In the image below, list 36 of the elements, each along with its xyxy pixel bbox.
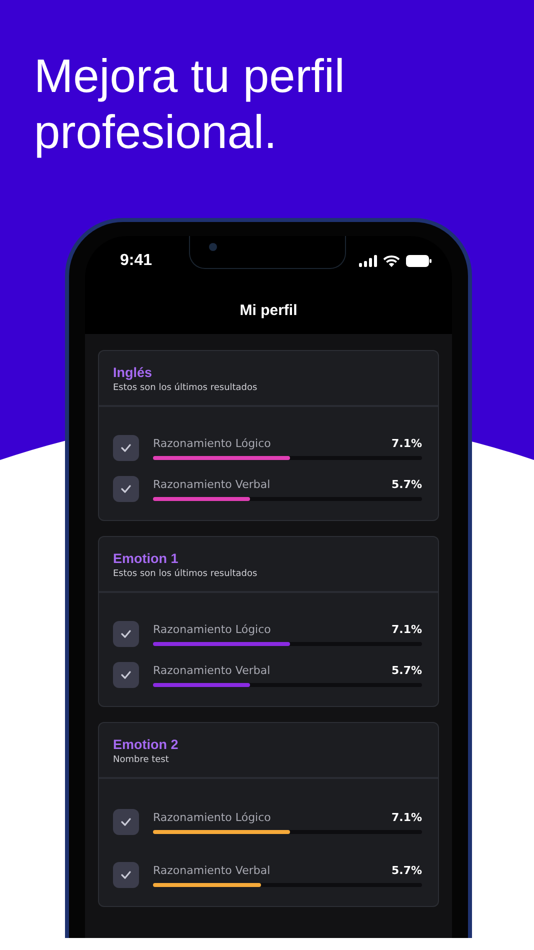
checkbox[interactable] [113,809,139,835]
screen-title: Mi perfil [240,302,298,318]
card-subtitle: Estos son los últimos resultados [113,383,258,393]
battery-icon [406,255,432,267]
test-name: Razonamiento Verbal [153,478,270,490]
score-value: 5.7% [391,864,422,876]
score-value: 5.7% [391,664,422,676]
score-value: 7.1% [391,622,422,636]
checkbox[interactable] [113,862,139,888]
checkbox[interactable] [113,621,139,647]
check-icon [121,630,131,638]
check-icon [121,871,131,879]
check-icon [121,444,131,452]
test-name: Razonamiento Lógico [153,436,271,450]
test-name: Razonamiento Lógico [153,810,271,824]
card-title: Inglés [113,365,154,380]
score-value: 7.1% [391,810,422,824]
check-icon [121,818,131,826]
wifi-icon [383,255,400,267]
score-value: 5.7% [391,478,422,490]
test-name: Razonamiento Verbal [153,864,270,876]
score-value: 7.1% [391,436,422,450]
check-icon [121,671,131,679]
check-icon [121,485,131,493]
card-title: Emotion 1 [113,551,180,566]
card-subtitle: Estos son los últimos resultados [113,569,258,579]
test-name: Razonamiento Verbal [153,664,270,676]
card-title: Emotion 2 [113,737,180,752]
checkbox[interactable] [113,476,139,502]
checkbox[interactable] [113,662,139,688]
signal-icon [359,255,377,267]
checkbox[interactable] [113,435,139,461]
status-time: 9:41 [120,252,152,270]
test-name: Razonamiento Lógico [153,622,271,636]
card-subtitle: Nombre test [113,755,170,765]
headline: Mejora tu perfil profesional. [33,48,346,160]
